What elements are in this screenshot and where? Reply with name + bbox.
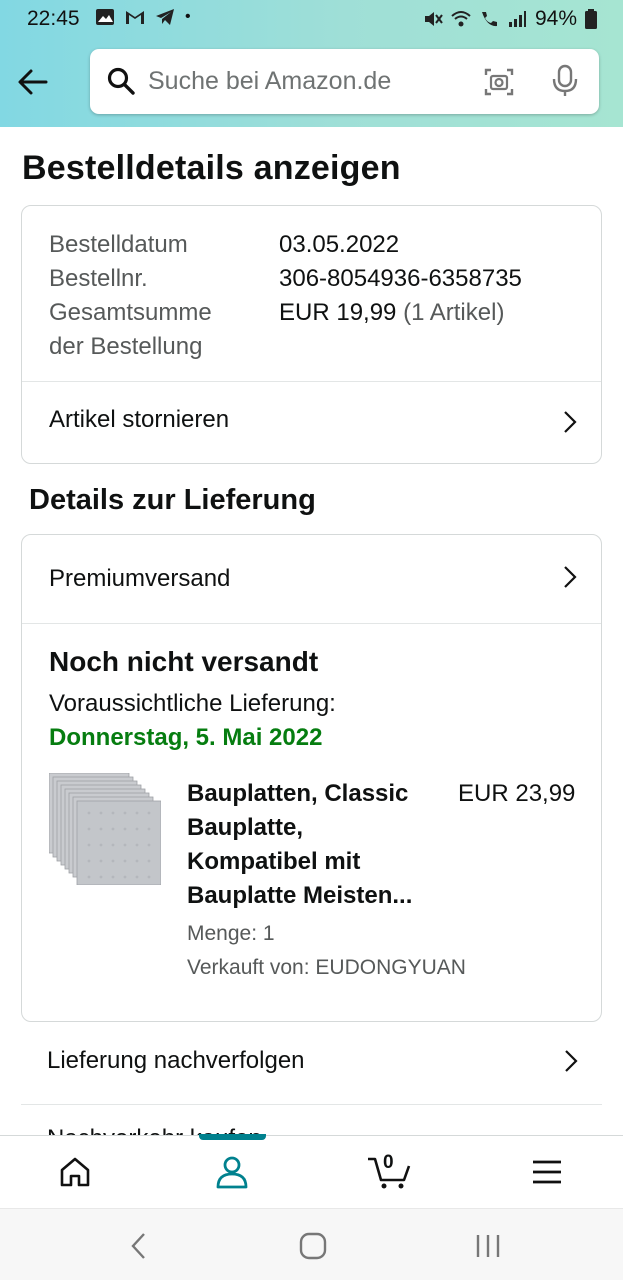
chevron-right-icon (564, 566, 577, 588)
camera-scan-icon[interactable] (483, 66, 515, 98)
bottom-navigation: 0 (0, 1134, 623, 1208)
cancel-items-link[interactable]: Artikel stornieren (22, 382, 601, 462)
shipping-method-link[interactable]: Premiumversand (22, 535, 601, 623)
system-back-icon[interactable] (124, 1231, 156, 1261)
product-quantity: Menge: 1 (187, 922, 275, 945)
system-navigation-bar (0, 1208, 623, 1280)
order-summary-card: Bestelldatum 03.05.2022 Bestellnr. 306-8… (21, 205, 602, 464)
order-number-value: 306-8054936-6358735 (279, 265, 522, 292)
delivery-section-title: Details zur Lieferung (29, 484, 316, 516)
order-total-label: Gesamtsumme (49, 299, 212, 326)
status-dot: • (185, 8, 191, 25)
search-bar[interactable] (90, 49, 599, 114)
product-price: EUR 23,99 (458, 780, 576, 807)
eta-label: Voraussichtliche Lieferung: (49, 690, 336, 717)
product-thumbnail[interactable] (49, 773, 161, 885)
shipping-method-label: Premiumversand (49, 565, 231, 592)
signal-icon (508, 11, 526, 27)
telegram-icon (156, 9, 174, 25)
track-delivery-link[interactable]: Lieferung nachverfolgen (21, 1023, 602, 1105)
wifi-call-icon (481, 12, 497, 27)
product-title[interactable]: Bauplatten, Classic Bauplatte, Kompatibe… (187, 777, 437, 913)
chevron-right-icon (564, 411, 577, 433)
cancel-items-label: Artikel stornieren (49, 406, 230, 433)
search-input[interactable] (148, 63, 468, 99)
product-seller: Verkauft von: EUDONGYUAN (187, 956, 466, 979)
order-details-content[interactable]: Bestelldetails anzeigen Bestelldatum 03.… (0, 127, 623, 1135)
shipment-status: Noch nicht versandt (49, 646, 319, 677)
app-header: 22:45 • 94% (0, 0, 623, 127)
eta-date: Donnerstag, 5. Mai 2022 (49, 724, 323, 751)
divider (21, 1104, 602, 1105)
system-recents-icon[interactable] (472, 1231, 504, 1261)
mute-icon (424, 12, 443, 26)
divider (22, 623, 601, 624)
microphone-icon[interactable] (551, 64, 579, 98)
order-total-label-line2: der Bestellung (49, 333, 203, 360)
status-time: 22:45 (27, 7, 80, 30)
wifi-icon (451, 11, 471, 27)
order-total-item-count: (1 Artikel) (403, 299, 505, 326)
search-icon[interactable] (106, 66, 136, 96)
cart-count-badge: 0 (383, 1152, 394, 1173)
page-title: Bestelldetails anzeigen (22, 149, 401, 187)
menu-icon[interactable] (529, 1154, 565, 1190)
order-number-label: Bestellnr. (49, 265, 148, 292)
track-delivery-label: Lieferung nachverfolgen (47, 1047, 305, 1074)
order-date-label: Bestelldatum (49, 231, 188, 258)
delivery-card: Premiumversand Noch nicht versandt Vorau… (21, 534, 602, 1022)
active-tab-indicator (199, 1134, 266, 1140)
home-icon[interactable] (57, 1154, 93, 1190)
image-icon (96, 9, 114, 25)
status-bar: 22:45 • 94% (0, 0, 623, 38)
account-icon[interactable] (214, 1154, 250, 1190)
system-home-icon[interactable] (297, 1231, 329, 1261)
chevron-right-icon (565, 1050, 578, 1072)
order-date-value: 03.05.2022 (279, 231, 400, 258)
order-total-amount: EUR 19,99 (279, 299, 397, 326)
battery-icon (585, 9, 597, 29)
back-arrow-icon[interactable] (15, 64, 51, 100)
battery-percent: 94% (534, 7, 577, 30)
gmail-icon (126, 11, 144, 24)
order-total-value: EUR 19,99 (1 Artikel) (279, 296, 504, 330)
